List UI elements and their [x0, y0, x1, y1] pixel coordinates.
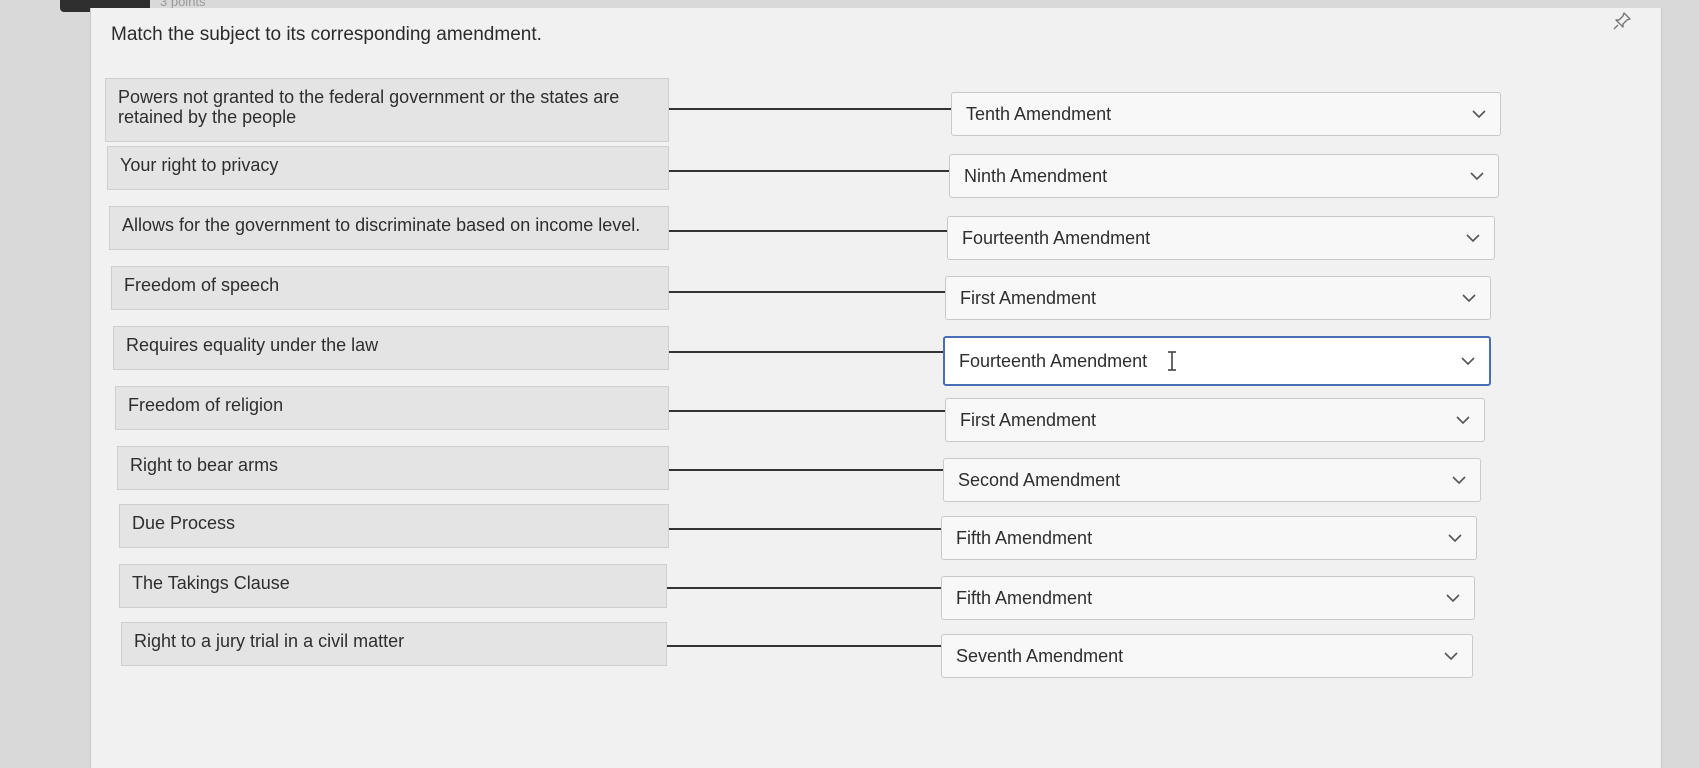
- match-connector-line: [669, 291, 945, 293]
- amendment-dropdown[interactable]: First Amendment: [945, 276, 1491, 320]
- dropdown-selected-value: Seventh Amendment: [956, 645, 1124, 666]
- subject-item: Freedom of religion: [115, 386, 669, 430]
- subject-item: Your right to privacy: [107, 146, 669, 190]
- question-prompt: Match the subject to its corresponding a…: [111, 24, 542, 45]
- chevron-down-icon: [1462, 294, 1476, 303]
- amendment-dropdown[interactable]: First Amendment: [945, 398, 1485, 442]
- amendment-dropdown[interactable]: Fourteenth Amendment: [947, 216, 1495, 260]
- dropdown-selected-value: Fifth Amendment: [956, 587, 1093, 608]
- dropdown-selected-value: Fourteenth Amendment: [959, 350, 1148, 371]
- subject-item: Freedom of speech: [111, 266, 669, 310]
- chevron-down-icon: [1472, 110, 1486, 119]
- chevron-down-icon: [1444, 652, 1458, 661]
- pin-icon[interactable]: [1611, 10, 1633, 32]
- dropdown-selected-value: First Amendment: [960, 287, 1097, 308]
- subject-item: The Takings Clause: [119, 564, 667, 608]
- chevron-down-icon: [1446, 594, 1460, 603]
- match-connector-line: [669, 230, 947, 232]
- subject-item: Due Process: [119, 504, 669, 548]
- match-connector-line: [669, 170, 949, 172]
- subject-item: Right to a jury trial in a civil matter: [121, 622, 667, 666]
- match-connector-line: [669, 351, 943, 353]
- subject-item: Powers not granted to the federal govern…: [105, 78, 669, 142]
- match-connector-line: [667, 645, 941, 647]
- match-connector-line: [669, 108, 951, 110]
- dropdown-selected-value: Ninth Amendment: [964, 165, 1108, 186]
- amendment-dropdown[interactable]: Ninth Amendment: [949, 154, 1499, 198]
- amendment-dropdown[interactable]: Tenth Amendment: [951, 92, 1501, 136]
- amendment-dropdown[interactable]: Fifth Amendment: [941, 576, 1475, 620]
- chevron-down-icon: [1456, 416, 1470, 425]
- dropdown-selected-value: Second Amendment: [958, 469, 1121, 490]
- chevron-down-icon: [1470, 172, 1484, 181]
- chevron-down-icon: [1466, 234, 1480, 243]
- match-connector-line: [669, 528, 941, 530]
- question-panel: Match the subject to its corresponding a…: [90, 8, 1662, 768]
- chevron-down-icon: [1461, 357, 1475, 366]
- dropdown-selected-value: Tenth Amendment: [966, 103, 1112, 124]
- amendment-dropdown[interactable]: Fourteenth Amendment: [943, 336, 1491, 386]
- chevron-down-icon: [1448, 534, 1462, 543]
- chevron-down-icon: [1452, 476, 1466, 485]
- text-cursor-icon: [1168, 351, 1177, 371]
- subject-item: Requires equality under the law: [113, 326, 669, 370]
- dropdown-selected-value: First Amendment: [960, 409, 1097, 430]
- dropdown-selected-value: Fourteenth Amendment: [962, 227, 1151, 248]
- amendment-dropdown[interactable]: Fifth Amendment: [941, 516, 1477, 560]
- amendment-dropdown[interactable]: Seventh Amendment: [941, 634, 1473, 678]
- match-connector-line: [669, 469, 943, 471]
- subject-item: Right to bear arms: [117, 446, 669, 490]
- match-connector-line: [667, 587, 941, 589]
- match-connector-line: [669, 410, 945, 412]
- subject-item: Allows for the government to discriminat…: [109, 206, 669, 250]
- amendment-dropdown[interactable]: Second Amendment: [943, 458, 1481, 502]
- dropdown-selected-value: Fifth Amendment: [956, 527, 1093, 548]
